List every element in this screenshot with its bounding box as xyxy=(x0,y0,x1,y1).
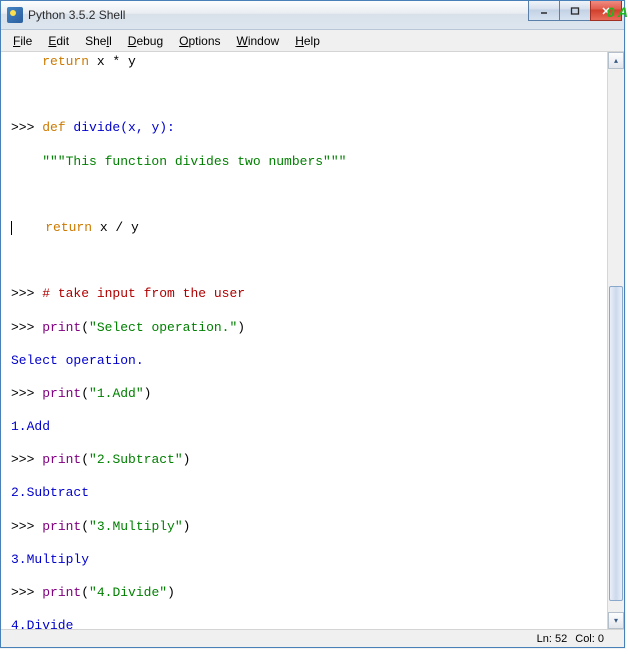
python-icon xyxy=(7,7,23,23)
output: 3.Multiply xyxy=(11,552,89,567)
scroll-thumb[interactable] xyxy=(609,286,623,601)
output: 2.Subtract xyxy=(11,485,89,500)
fn-name: divide(x, y): xyxy=(66,120,175,135)
builtin-print: print xyxy=(42,320,81,335)
prompt: >>> xyxy=(11,519,42,534)
prompt: >>> xyxy=(11,286,42,301)
prompt: >>> xyxy=(11,120,42,135)
status-col: Col: 0 xyxy=(575,633,604,645)
scroll-track[interactable] xyxy=(608,69,624,612)
output: 4.Divide xyxy=(11,618,73,629)
prompt: >>> xyxy=(11,320,42,335)
watermark-badge: 0 A xyxy=(607,4,628,20)
status-line: Ln: 52 xyxy=(537,633,568,645)
shell-content[interactable]: return x * y >>> def divide(x, y): """Th… xyxy=(1,52,624,629)
prompt: >>> xyxy=(11,585,42,600)
menu-debug[interactable]: Debug xyxy=(120,32,171,50)
menu-edit[interactable]: Edit xyxy=(40,32,77,50)
prompt: >>> xyxy=(11,452,42,467)
output: Select operation. xyxy=(11,353,144,368)
maximize-button[interactable] xyxy=(559,1,591,21)
menu-options[interactable]: Options xyxy=(171,32,228,50)
kw-return: return xyxy=(45,220,92,235)
prompt: >>> xyxy=(11,386,42,401)
kw-return: return xyxy=(42,54,89,69)
scroll-down-button[interactable]: ▾ xyxy=(608,612,624,629)
minimize-button[interactable] xyxy=(528,1,560,21)
kw-def: def xyxy=(42,120,65,135)
docstring: """This function divides two numbers""" xyxy=(11,154,346,169)
menu-shell[interactable]: Shell xyxy=(77,32,120,50)
menu-bar: File Edit Shell Debug Options Window Hel… xyxy=(1,30,624,52)
title-bar[interactable]: Python 3.5.2 Shell xyxy=(1,1,624,30)
menu-file[interactable]: File xyxy=(5,32,40,50)
string: "Select operation." xyxy=(89,320,237,335)
status-bar: Ln: 52 Col: 0 xyxy=(1,629,624,647)
menu-window[interactable]: Window xyxy=(229,32,288,50)
vertical-scrollbar[interactable]: ▴ ▾ xyxy=(607,52,624,629)
comment: # take input from the user xyxy=(42,286,245,301)
scroll-up-button[interactable]: ▴ xyxy=(608,52,624,69)
text-cursor xyxy=(11,221,12,235)
python-shell-window: Python 3.5.2 Shell File Edit Shell Debug… xyxy=(0,0,625,648)
menu-help[interactable]: Help xyxy=(287,32,328,50)
output: 1.Add xyxy=(11,419,50,434)
window-title: Python 3.5.2 Shell xyxy=(28,8,125,22)
